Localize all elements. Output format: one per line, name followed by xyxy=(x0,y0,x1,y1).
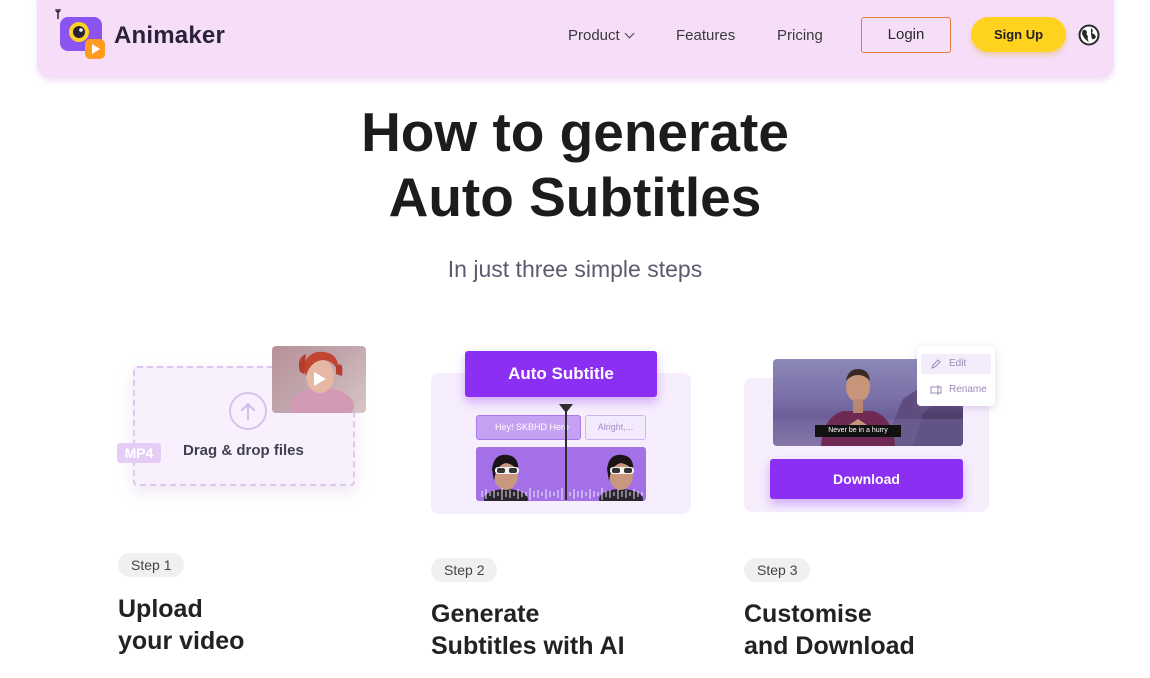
globe-icon[interactable] xyxy=(1078,24,1100,46)
download-button[interactable]: Download xyxy=(770,459,963,499)
brand-name[interactable]: Animaker xyxy=(114,22,225,50)
menu-item-rename-label: Rename xyxy=(949,384,987,395)
title-line-1: How to generate xyxy=(361,101,789,163)
drag-drop-text: Drag & drop files xyxy=(183,442,304,459)
subtitle-context-menu: Edit Rename xyxy=(917,346,995,406)
page-title: How to generate Auto Subtitles xyxy=(0,100,1150,230)
chevron-down-icon xyxy=(624,28,635,39)
step-title-2: Generate Subtitles with AI xyxy=(431,598,625,662)
top-navbar: Animaker Product Features Pricing Login … xyxy=(37,0,1114,78)
nav-pricing[interactable]: Pricing xyxy=(777,27,823,44)
login-button[interactable]: Login xyxy=(861,17,951,53)
playhead-handle[interactable] xyxy=(559,404,573,413)
video-thumbnail xyxy=(272,346,366,413)
step-title-2-line-1: Generate xyxy=(431,600,540,628)
title-line-2: Auto Subtitles xyxy=(388,166,762,228)
play-icon[interactable] xyxy=(310,370,328,388)
step-title-3: Customise and Download xyxy=(744,598,915,662)
auto-subtitle-button[interactable]: Auto Subtitle xyxy=(465,351,657,397)
animaker-logo-icon[interactable] xyxy=(55,9,107,61)
mp4-badge: MP4 xyxy=(117,443,161,463)
nav-features[interactable]: Features xyxy=(676,27,735,44)
step-title-3-line-2: and Download xyxy=(744,632,915,660)
page-subtitle: In just three simple steps xyxy=(447,256,703,282)
upload-arrow-icon xyxy=(229,392,267,430)
nav-product[interactable]: Product xyxy=(568,27,635,44)
step-badge-1: Step 1 xyxy=(118,553,185,577)
step-title-2-line-2: Subtitles with AI xyxy=(431,632,625,660)
playhead-line[interactable] xyxy=(565,408,567,500)
step-badge-2: Step 2 xyxy=(431,558,498,582)
video-track xyxy=(476,447,646,501)
step-title-1-line-1: Upload xyxy=(118,595,203,623)
subtitle-chip[interactable]: Alright,... xyxy=(585,415,646,440)
step-title-3-line-1: Customise xyxy=(744,600,872,628)
step-title-1: Upload your video xyxy=(118,593,244,657)
step-title-1-line-2: your video xyxy=(118,627,245,655)
step-badge-3: Step 3 xyxy=(744,558,811,582)
signup-button[interactable]: Sign Up xyxy=(971,17,1066,52)
menu-item-edit[interactable]: Edit xyxy=(921,354,991,374)
menu-item-edit-label: Edit xyxy=(949,358,967,369)
video-caption: Never be in a hurry xyxy=(815,425,901,437)
nav-product-label: Product xyxy=(568,27,620,44)
pencil-icon xyxy=(931,359,941,369)
menu-item-rename[interactable]: Rename xyxy=(921,380,991,400)
rename-icon xyxy=(930,385,942,395)
